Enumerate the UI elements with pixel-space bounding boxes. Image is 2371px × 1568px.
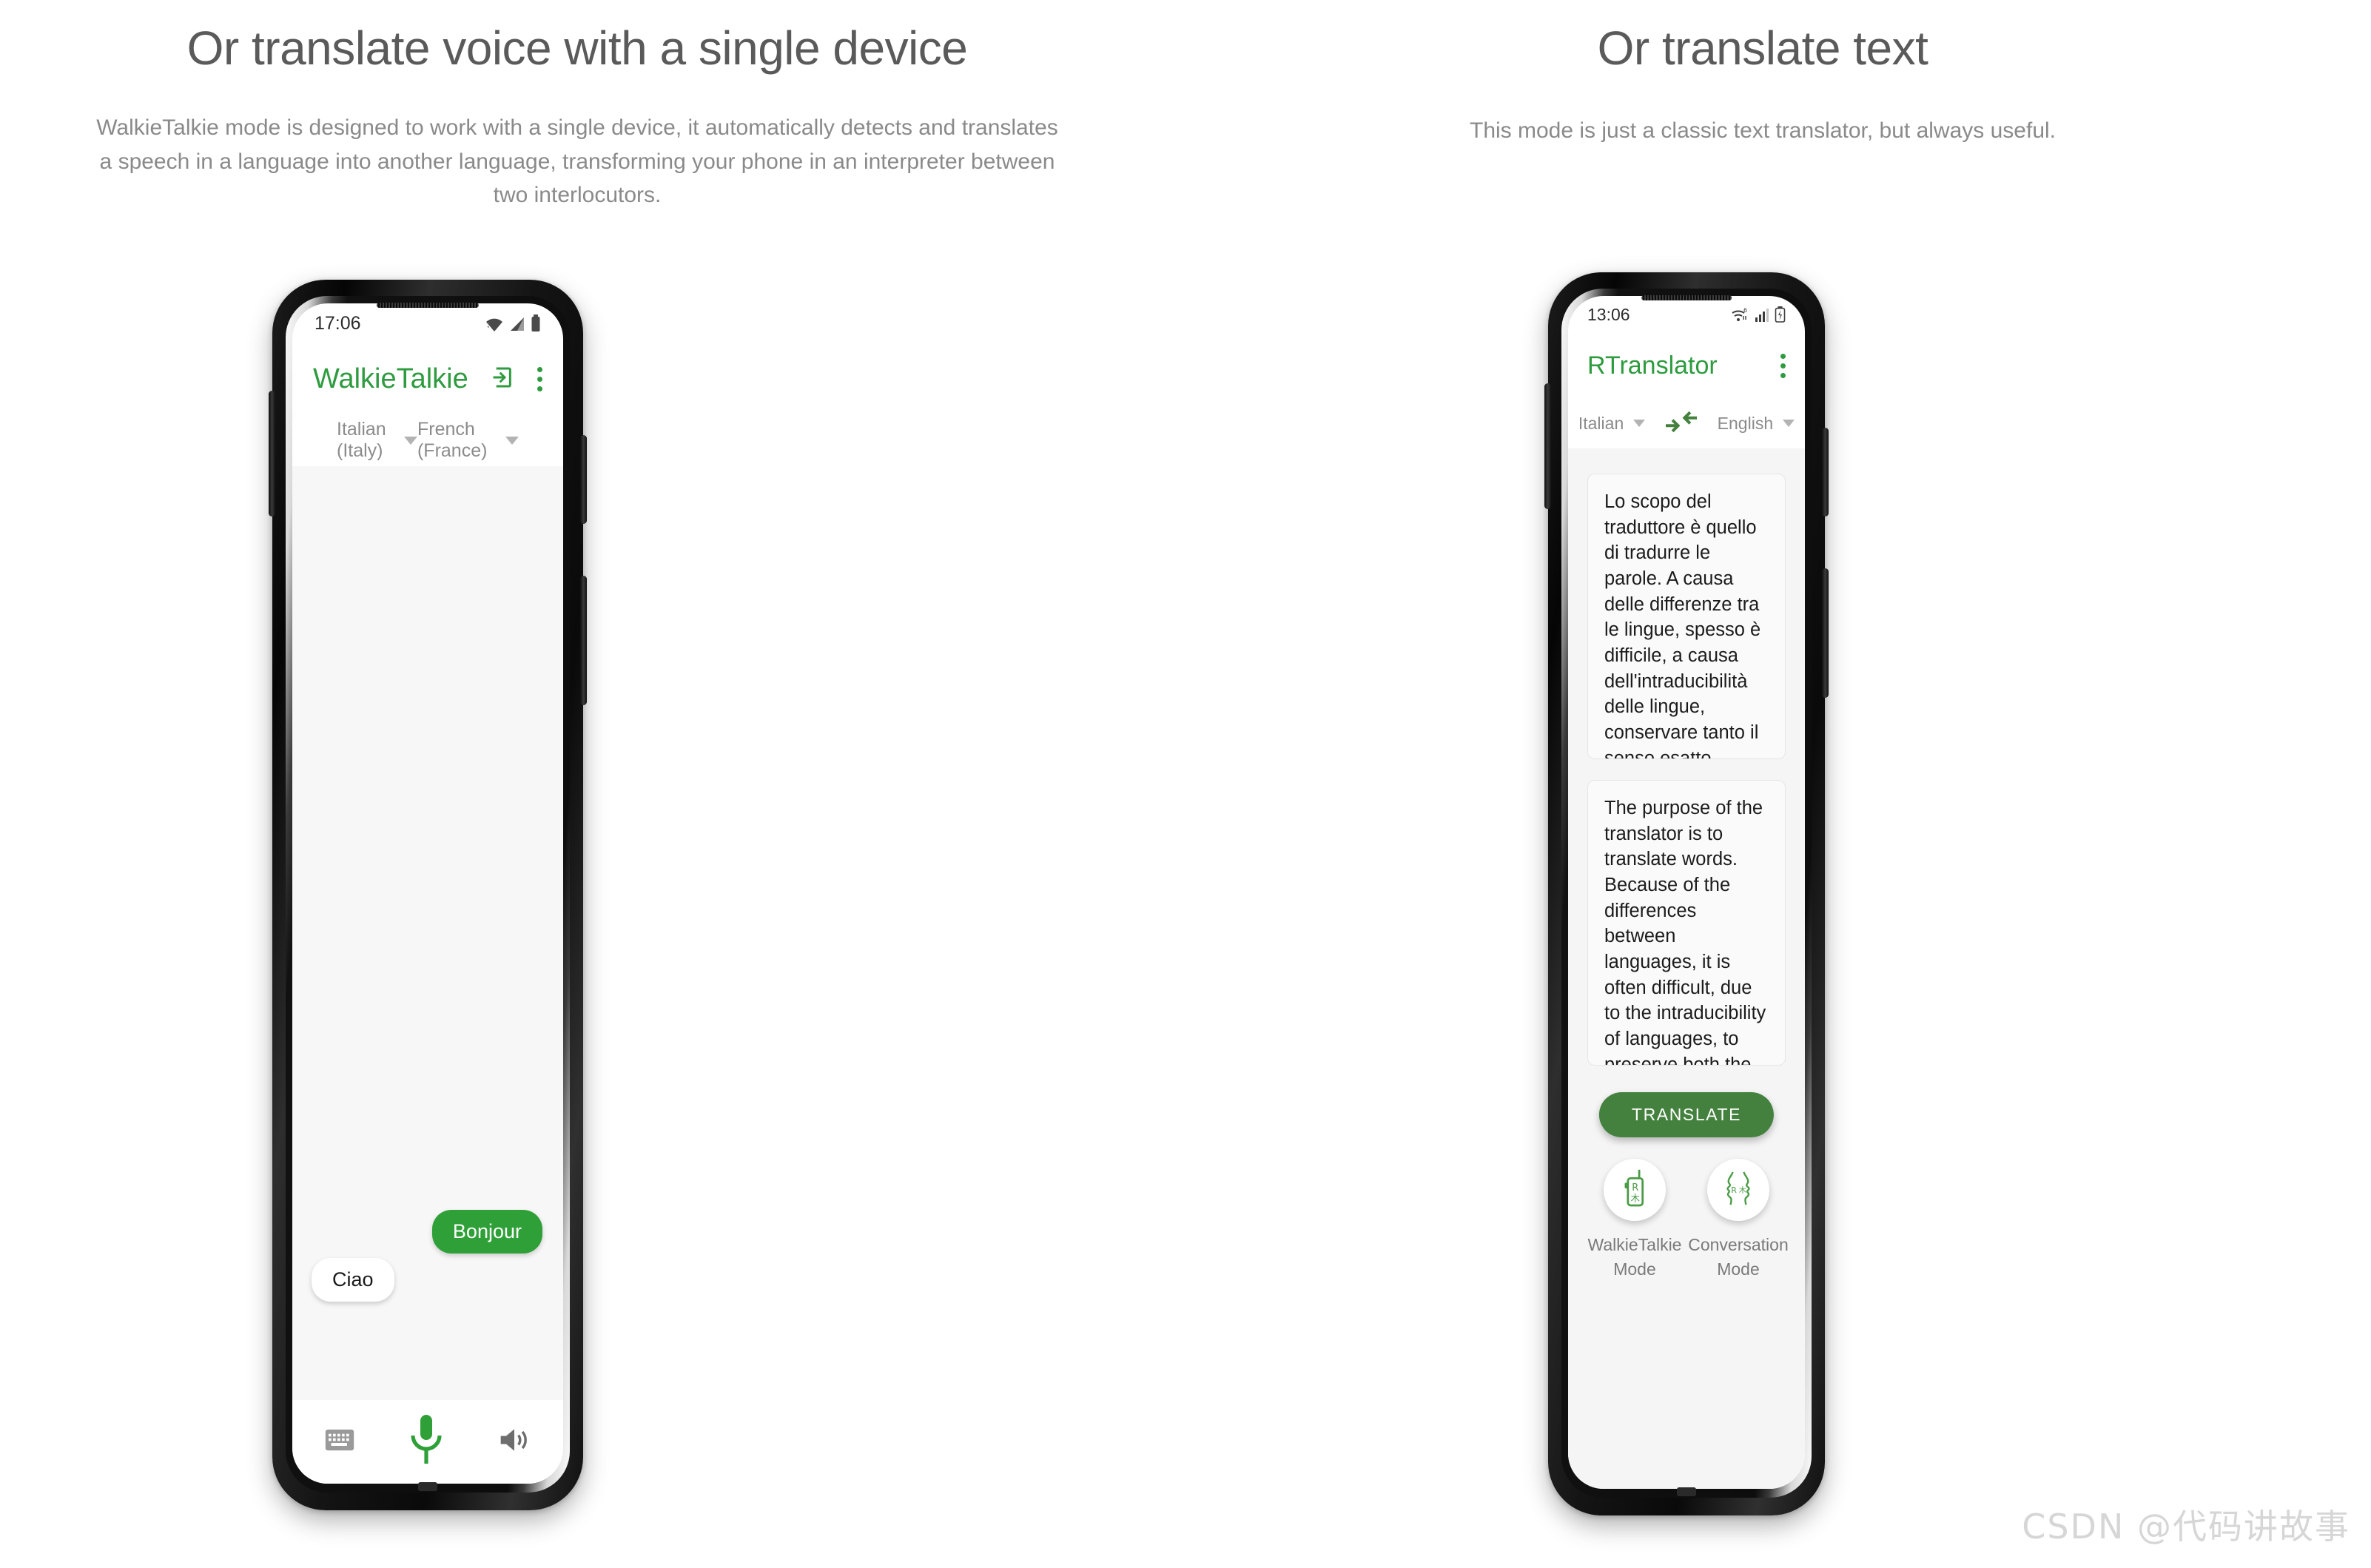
- wifi-6-icon: 6: [1730, 306, 1749, 323]
- right-section-subtitle: This mode is just a classic text transla…: [1470, 118, 2056, 143]
- walkie-talkie-icon: R 木: [1620, 1169, 1649, 1211]
- two-faces-icon: R 木: [1720, 1171, 1757, 1210]
- signal-icon: [1755, 308, 1769, 323]
- source-language-label: Italian (Italy): [337, 419, 386, 461]
- phone-right-volume-button[interactable]: [1822, 428, 1829, 517]
- translate-button[interactable]: TRANSLATE: [1598, 1092, 1775, 1137]
- target-language-label: French (France): [417, 419, 488, 461]
- keyboard-icon[interactable]: [325, 1429, 354, 1455]
- target-text-field[interactable]: The purpose of the translator is to tran…: [1587, 780, 1786, 1066]
- page-root: Or translate voice with a single device …: [0, 0, 2371, 1568]
- chat-area[interactable]: Bonjour Ciao: [292, 466, 563, 1400]
- phone-left-bezel: 17:06 WalkieTalkie Italian (Italy) Frenc…: [286, 296, 570, 1493]
- phone-right-screen: 13:06 6 RTranslator Italian English Lo s…: [1568, 296, 1805, 1489]
- conversation-mode-label: Conversation Mode: [1688, 1235, 1789, 1279]
- svg-text:R: R: [1632, 1182, 1638, 1194]
- charging-port: [418, 1482, 437, 1491]
- app-bar-right: RTranslator: [1568, 333, 1805, 398]
- status-time: 17:06: [315, 312, 361, 334]
- phone-left-side-button[interactable]: [269, 391, 275, 517]
- target-language-label: English: [1717, 413, 1774, 433]
- left-column: Or translate voice with a single device …: [0, 0, 1154, 212]
- source-text-field[interactable]: Lo scopo del traduttore è quello di trad…: [1587, 474, 1786, 759]
- app-title-rtranslator: RTranslator: [1587, 351, 1718, 380]
- phone-right-bezel: 13:06 6 RTranslator Italian English Lo s…: [1561, 289, 1812, 1498]
- swap-arrows-icon[interactable]: [1665, 410, 1698, 437]
- source-language-selector[interactable]: Italian (Italy): [337, 419, 417, 462]
- speaker-icon[interactable]: [498, 1426, 531, 1458]
- conversation-icon-circle: R 木: [1707, 1159, 1769, 1221]
- battery-charging-icon: [1775, 306, 1786, 323]
- csdn-watermark: CSDN @代码讲故事: [2022, 1507, 2350, 1547]
- phone-device-left: 17:06 WalkieTalkie Italian (Italy) Frenc…: [269, 280, 587, 1510]
- chevron-down-icon: [403, 436, 417, 445]
- svg-text:R: R: [1731, 1185, 1737, 1194]
- status-icons: 6: [1730, 306, 1786, 323]
- signal-icon: [509, 316, 525, 332]
- phone-right-side-button[interactable]: [1544, 383, 1551, 509]
- right-column: Or translate text This mode is just a cl…: [1154, 0, 2371, 148]
- status-bar-right: 13:06 6: [1568, 296, 1805, 333]
- earpiece-speaker: [376, 303, 480, 308]
- svg-text:6: 6: [1743, 307, 1747, 314]
- conversation-mode-button[interactable]: R 木 Conversation Mode: [1664, 1159, 1805, 1281]
- chat-bubble-incoming[interactable]: Ciao: [312, 1258, 394, 1302]
- source-language-selector[interactable]: Italian: [1578, 413, 1646, 434]
- status-time: 13:06: [1587, 304, 1630, 324]
- phone-left-power-button[interactable]: [580, 576, 587, 705]
- wifi-icon: [485, 316, 504, 332]
- target-language-selector[interactable]: French (France): [417, 419, 519, 462]
- svg-text:木: 木: [1631, 1193, 1640, 1203]
- target-language-selector[interactable]: English: [1718, 414, 1795, 434]
- overflow-menu-icon[interactable]: [1780, 353, 1786, 378]
- status-bar-left: 17:06: [292, 303, 563, 343]
- translator-body: Lo scopo del traduttore è quello di trad…: [1568, 448, 1805, 1489]
- overflow-menu-icon[interactable]: [537, 366, 542, 391]
- battery-icon: [531, 314, 541, 332]
- app-title-walkietalkie: WalkieTalkie: [313, 363, 468, 394]
- phone-left-screen: 17:06 WalkieTalkie Italian (Italy) Frenc…: [292, 303, 563, 1484]
- microphone-button[interactable]: [354, 1413, 498, 1470]
- right-section-title: Or translate text: [1597, 21, 1928, 75]
- chevron-down-icon: [505, 436, 519, 445]
- walkie-talkie-icon-circle: R 木: [1604, 1159, 1666, 1221]
- microphone-icon: [407, 1413, 445, 1470]
- phone-right-power-button[interactable]: [1822, 568, 1829, 698]
- chevron-down-icon: [1783, 420, 1795, 427]
- left-section-subtitle: WalkieTalkie mode is designed to work wi…: [96, 115, 1058, 208]
- source-language-label: Italian: [1578, 413, 1624, 433]
- language-row-right: Italian English: [1568, 398, 1805, 448]
- earpiece-speaker: [1641, 295, 1732, 300]
- language-row-left: Italian (Italy) French (France): [292, 414, 563, 466]
- app-bar-actions-left: [491, 366, 542, 393]
- left-section-title: Or translate voice with a single device: [186, 21, 968, 75]
- status-icons: [485, 314, 541, 332]
- phone-device-right: 13:06 6 RTranslator Italian English Lo s…: [1544, 272, 1829, 1515]
- phone-left-volume-button[interactable]: [580, 435, 587, 524]
- chat-bubble-outgoing[interactable]: Bonjour: [431, 1210, 542, 1254]
- chevron-down-icon: [1633, 420, 1646, 427]
- app-bar-left: WalkieTalkie: [292, 343, 563, 414]
- charging-port: [1677, 1487, 1696, 1496]
- bottom-bar-left: [292, 1400, 563, 1484]
- svg-text:木: 木: [1739, 1185, 1746, 1194]
- login-arrow-icon[interactable]: [491, 366, 515, 393]
